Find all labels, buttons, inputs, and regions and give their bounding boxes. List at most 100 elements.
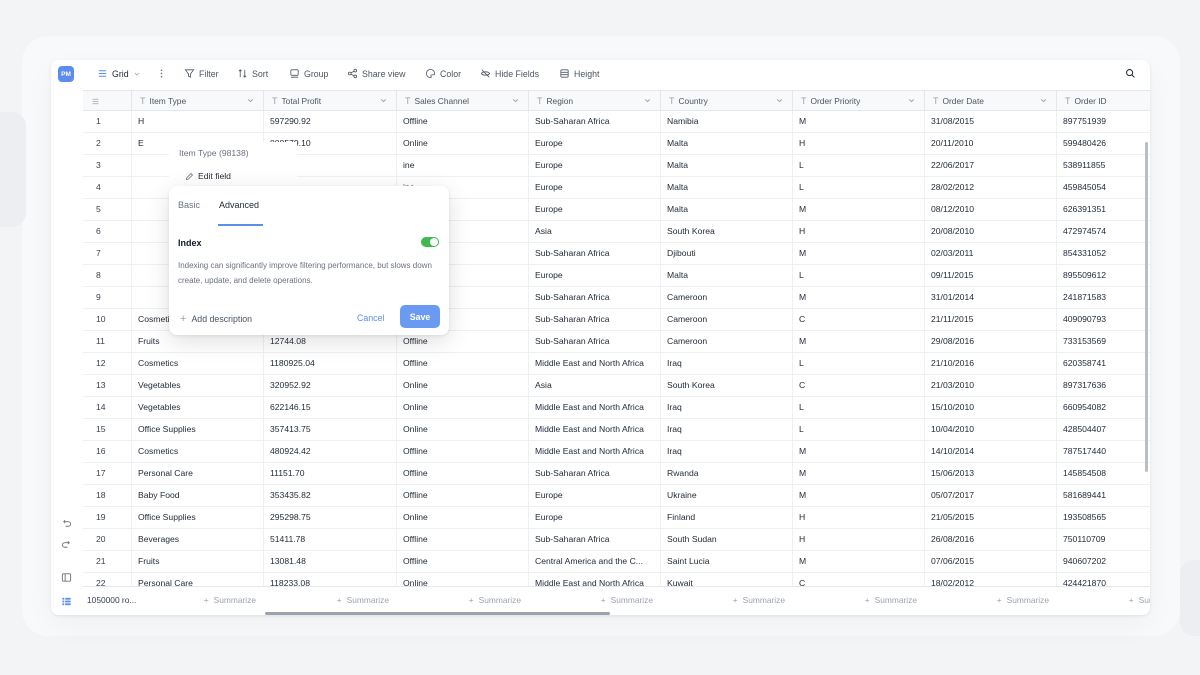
table-cell[interactable]: Iraq: [661, 419, 793, 440]
table-cell[interactable]: Kuwait: [661, 573, 793, 586]
vertical-scrollbar[interactable]: [1145, 142, 1148, 472]
table-cell[interactable]: 15/10/2010: [925, 397, 1057, 418]
table-cell[interactable]: Finland: [661, 507, 793, 528]
table-cell[interactable]: M: [793, 111, 925, 132]
summarize-button[interactable]: + Summarize: [925, 587, 1057, 612]
table-cell[interactable]: L: [793, 353, 925, 374]
table-cell[interactable]: 787517440: [1057, 441, 1150, 462]
table-cell[interactable]: 320952.92: [264, 375, 397, 396]
table-cell[interactable]: 22/06/2017: [925, 155, 1057, 176]
table-row[interactable]: 14 Vegetables 622146.15 Online Middle East a…: [83, 397, 1150, 419]
table-cell[interactable]: 897317636: [1057, 375, 1150, 396]
chevron-down-icon[interactable]: [379, 96, 388, 105]
table-cell[interactable]: 895509612: [1057, 265, 1150, 286]
table-cell[interactable]: Europe: [529, 485, 661, 506]
table-cell[interactable]: M: [793, 287, 925, 308]
table-row[interactable]: 15 Office Supplies 357413.75 Online Middle E…: [83, 419, 1150, 441]
table-cell[interactable]: Office Supplies: [132, 419, 264, 440]
index-toggle[interactable]: [421, 237, 439, 247]
table-cell[interactable]: 459845054: [1057, 177, 1150, 198]
chevron-down-icon[interactable]: [246, 96, 255, 105]
summarize-button[interactable]: + Summarize: [661, 587, 793, 612]
table-cell[interactable]: Offline: [397, 353, 529, 374]
table-cell[interactable]: 26/08/2016: [925, 529, 1057, 550]
table-row[interactable]: 17 Personal Care 11151.70 Offline Sub-Sahara…: [83, 463, 1150, 485]
table-row[interactable]: 20 Beverages 51411.78 Offline Sub-Saharan Af…: [83, 529, 1150, 551]
table-cell[interactable]: M: [793, 485, 925, 506]
table-cell[interactable]: Middle East and North Africa: [529, 441, 661, 462]
table-cell[interactable]: 599480426: [1057, 133, 1150, 154]
table-cell[interactable]: ine: [397, 155, 529, 176]
table-cell[interactable]: Europe: [529, 265, 661, 286]
table-cell[interactable]: South Korea: [661, 221, 793, 242]
search-button[interactable]: [1125, 68, 1136, 79]
table-cell[interactable]: 145854508: [1057, 463, 1150, 484]
chevron-down-icon[interactable]: [1039, 96, 1048, 105]
add-description-button[interactable]: + Add description: [180, 313, 252, 325]
table-cell[interactable]: Malta: [661, 133, 793, 154]
table-cell[interactable]: Cameroon: [661, 309, 793, 330]
tab-basic[interactable]: Basic: [178, 200, 200, 210]
table-cell[interactable]: 13081.48: [264, 551, 397, 572]
table-cell[interactable]: 28/02/2012: [925, 177, 1057, 198]
table-cell[interactable]: L: [793, 397, 925, 418]
chevron-down-icon[interactable]: [643, 96, 652, 105]
table-cell[interactable]: Office Supplies: [132, 507, 264, 528]
table-cell[interactable]: Vegetables: [132, 397, 264, 418]
table-cell[interactable]: Offline: [397, 485, 529, 506]
table-cell[interactable]: Cosmetics: [132, 353, 264, 374]
summarize-button[interactable]: + Summarize: [793, 587, 925, 612]
table-cell[interactable]: Sub-Saharan Africa: [529, 111, 661, 132]
column-header[interactable]: T Order ID: [1057, 91, 1150, 111]
table-cell[interactable]: C: [793, 375, 925, 396]
column-header[interactable]: T Order Priority: [793, 91, 925, 111]
table-cell[interactable]: 480924.42: [264, 441, 397, 462]
table-row[interactable]: 22 Personal Care 118233.08 Online Middle Eas…: [83, 573, 1150, 586]
table-cell[interactable]: 07/06/2015: [925, 551, 1057, 572]
table-cell[interactable]: L: [793, 177, 925, 198]
table-cell[interactable]: 733153569: [1057, 331, 1150, 352]
chevron-down-icon[interactable]: [907, 96, 916, 105]
summarize-button[interactable]: + Summarize: [1057, 587, 1150, 612]
table-cell[interactable]: 29/08/2016: [925, 331, 1057, 352]
table-cell[interactable]: 08/12/2010: [925, 199, 1057, 220]
table-cell[interactable]: Middle East and North Africa: [529, 397, 661, 418]
summarize-button[interactable]: + Summarize: [397, 587, 529, 612]
column-header[interactable]: T Region: [529, 91, 661, 111]
table-row[interactable]: 1 H 597290.92 Offline Sub-Saharan Africa Nami…: [83, 111, 1150, 133]
table-cell[interactable]: 1180925.04: [264, 353, 397, 374]
hide-fields-button[interactable]: Hide Fields: [480, 68, 539, 79]
chevron-down-icon[interactable]: [775, 96, 784, 105]
undo-icon[interactable]: [60, 517, 73, 530]
chevron-down-icon[interactable]: [511, 96, 520, 105]
table-cell[interactable]: 51411.78: [264, 529, 397, 550]
sort-button[interactable]: Sort: [237, 68, 268, 79]
color-button[interactable]: Color: [425, 68, 461, 79]
table-cell[interactable]: Iraq: [661, 397, 793, 418]
table-cell[interactable]: Fruits: [132, 551, 264, 572]
table-row[interactable]: 21 Fruits 13081.48 Offline Central America a…: [83, 551, 1150, 573]
table-cell[interactable]: 897751939: [1057, 111, 1150, 132]
more-options-icon[interactable]: [156, 68, 167, 79]
table-cell[interactable]: Iraq: [661, 353, 793, 374]
table-cell[interactable]: 581689441: [1057, 485, 1150, 506]
column-header[interactable]: T Item Type: [132, 91, 264, 111]
edit-field-menu-item[interactable]: Edit field: [185, 171, 231, 181]
table-cell[interactable]: Middle East and North Africa: [529, 353, 661, 374]
table-cell[interactable]: Iraq: [661, 441, 793, 462]
table-cell[interactable]: 622146.15: [264, 397, 397, 418]
table-cell[interactable]: Cameroon: [661, 287, 793, 308]
summarize-button[interactable]: + Summarize: [264, 587, 397, 612]
table-cell[interactable]: 854331052: [1057, 243, 1150, 264]
table-cell[interactable]: L: [793, 419, 925, 440]
table-cell[interactable]: 660954082: [1057, 397, 1150, 418]
table-cell[interactable]: Cameroon: [661, 331, 793, 352]
table-cell[interactable]: Middle East and North Africa: [529, 419, 661, 440]
table-cell[interactable]: 20/08/2010: [925, 221, 1057, 242]
table-cell[interactable]: 940607202: [1057, 551, 1150, 572]
table-row[interactable]: 12 Cosmetics 1180925.04 Offline Middle East …: [83, 353, 1150, 375]
table-cell[interactable]: H: [793, 221, 925, 242]
row-height-button[interactable]: Height: [559, 68, 599, 79]
table-cell[interactable]: M: [793, 199, 925, 220]
table-cell[interactable]: Beverages: [132, 529, 264, 550]
